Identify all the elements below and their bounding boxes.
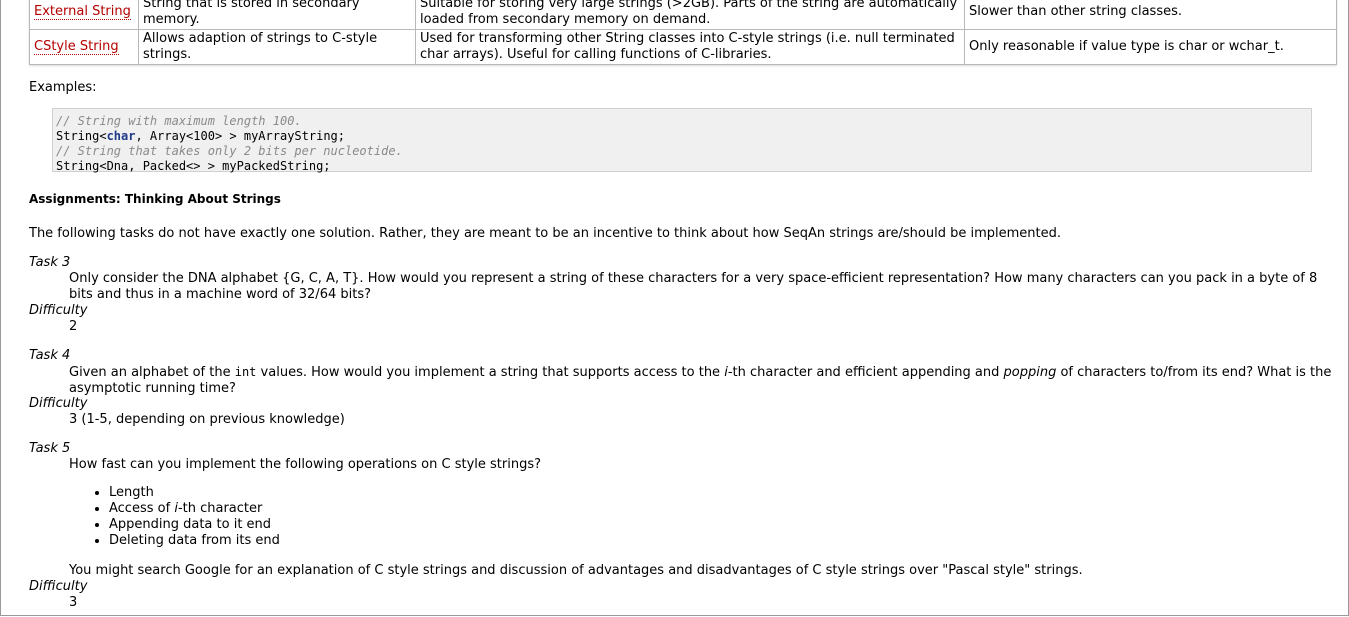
task5-operations-list: Length Access of i-th character Appendin… <box>69 485 280 549</box>
task4-label: Task 4 <box>29 348 71 363</box>
task4-difficulty-label: Difficulty <box>29 396 88 411</box>
code-example: // String with maximum length 100. Strin… <box>52 108 1312 173</box>
task5-note: You might search Google for an explanati… <box>69 563 1083 578</box>
table-cell: String that is stored in secondary memor… <box>138 0 416 30</box>
string-types-table: External String String that is stored in… <box>29 0 1337 65</box>
list-item: Length <box>109 485 280 501</box>
cstyle-string-link[interactable]: CStyle String <box>34 39 119 55</box>
task3-difficulty: 2 <box>69 319 78 334</box>
code-line: String<Dna, Packed<> > myPackedString; <box>56 159 331 173</box>
list-item: Appending data to it end <box>109 517 280 533</box>
code-comment: // String that takes only 2 bits per nuc… <box>56 144 403 158</box>
examples-label: Examples: <box>29 80 97 95</box>
task4-difficulty: 3 (1-5, depending on previous knowledge) <box>69 412 345 427</box>
table-cell: Slower than other string classes. <box>964 0 1337 30</box>
table-cell: Suitable for storing very large strings … <box>415 0 965 30</box>
task3-difficulty-label: Difficulty <box>29 303 88 318</box>
intro-text: The following tasks do not have exactly … <box>29 226 1061 241</box>
code-line: String<char, Array<100> > myArrayString; <box>56 129 345 143</box>
task5-difficulty-label: Difficulty <box>29 579 88 594</box>
table-cell: Only reasonable if value type is char or… <box>964 29 1337 65</box>
code-comment: // String with maximum length 100. <box>56 114 302 128</box>
task5-text: How fast can you implement the following… <box>69 457 542 472</box>
external-string-link[interactable]: External String <box>34 4 131 20</box>
table-cell: Allows adaption of strings to C-style st… <box>138 29 416 65</box>
task5-label: Task 5 <box>29 441 71 456</box>
task3-label: Task 3 <box>29 255 71 270</box>
table-row: CStyle String Allows adaption of strings… <box>29 29 1337 65</box>
table-row: External String String that is stored in… <box>29 0 1337 30</box>
list-item: Deleting data from its end <box>109 533 280 549</box>
assignments-heading: Assignments: Thinking About Strings <box>29 192 281 206</box>
task5-difficulty: 3 <box>69 595 78 610</box>
task3-text: Only consider the DNA alphabet {G, C, A,… <box>69 271 1318 302</box>
table-cell: Used for transforming other String class… <box>415 29 965 65</box>
task4-text: Given an alphabet of the int values. How… <box>69 365 1332 396</box>
list-item: Access of i-th character <box>109 501 280 517</box>
